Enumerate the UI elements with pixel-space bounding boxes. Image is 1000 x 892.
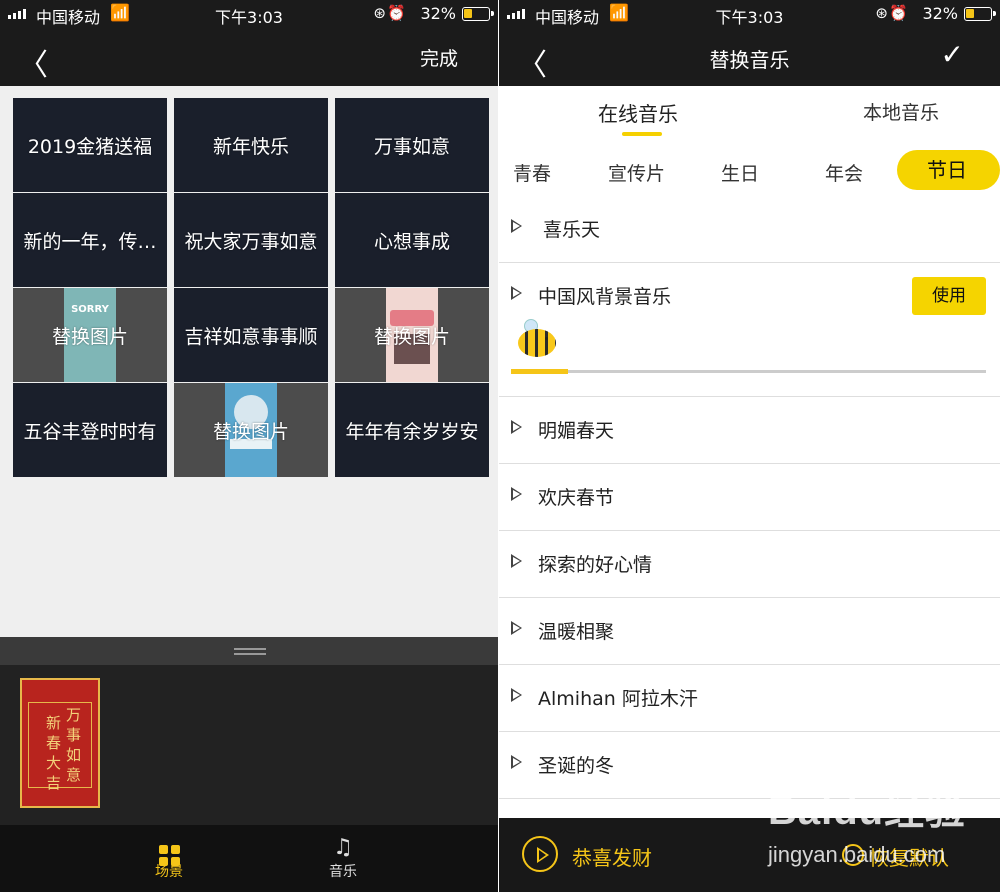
scene-cell[interactable]: 祝大家万事如意 xyxy=(174,193,328,287)
drag-handle[interactable] xyxy=(0,637,498,665)
battery-percent: 32% xyxy=(420,4,456,23)
progress-fill xyxy=(511,369,568,374)
play-icon[interactable] xyxy=(511,755,522,769)
play-icon[interactable] xyxy=(511,688,522,702)
category-tab[interactable]: 生日 xyxy=(721,159,759,186)
play-icon[interactable] xyxy=(511,621,522,635)
bottom-tab-bar: 场景 ♫ 音乐 xyxy=(0,825,498,892)
top-nav: 〈 替换音乐 ✓ xyxy=(499,30,1000,86)
status-bar: 中国移动 📶 下午3:03 ⊛ ⏰ 32% xyxy=(0,0,498,30)
song-row[interactable]: 喜乐天 xyxy=(499,196,1000,263)
replace-music-screen: 中国移动 📶 下午3:03 ⊛ ⏰ 32% 〈 替换音乐 ✓ 在线音乐 本地音乐… xyxy=(499,0,1000,892)
rotation-lock-icon: ⊛ xyxy=(875,4,888,22)
app-root: 中国移动 📶 下午3:03 ⊛ ⏰ 32% 〈 完成 2019金猪送福 新年快乐… xyxy=(0,0,1000,892)
music-source-tabs: 在线音乐 本地音乐 xyxy=(499,86,1000,146)
page-title: 替换音乐 xyxy=(709,48,790,72)
battery-percent: 32% xyxy=(922,4,958,23)
song-row[interactable]: Almihan 阿拉木汗 xyxy=(499,665,1000,732)
scene-cell[interactable]: 万事如意 xyxy=(335,98,489,192)
play-icon[interactable] xyxy=(511,554,522,568)
scene-cell[interactable]: 2019金猪送福 xyxy=(13,98,167,192)
scene-cell[interactable]: 五谷丰登时时有 xyxy=(13,383,167,477)
replace-image-cell[interactable]: SORRY 替换图片 xyxy=(13,288,167,382)
battery-icon xyxy=(964,7,996,21)
bee-progress-thumb-icon[interactable] xyxy=(514,319,558,359)
scene-grid: 2019金猪送福 新年快乐 万事如意 新的一年，传… 祝大家万事如意 心想事成 … xyxy=(13,98,489,477)
song-row[interactable]: 探索的好心情 xyxy=(499,531,1000,598)
play-icon[interactable] xyxy=(511,286,522,300)
song-row[interactable]: 欢庆春节 xyxy=(499,464,1000,531)
tab-local-music[interactable]: 本地音乐 xyxy=(863,98,939,125)
status-bar: 中国移动 📶 下午3:03 ⊛ ⏰ 32% xyxy=(499,0,1000,30)
baidu-watermark: Baidu经验 jingyan.baidu.com xyxy=(768,789,967,867)
song-list: 喜乐天 中国风背景音乐 使用 明媚春天 欢庆春节 探索的好心情 温暖相聚 Alm… xyxy=(499,196,1000,799)
grid-icon xyxy=(139,835,199,866)
back-icon[interactable]: 〈 xyxy=(18,40,48,84)
song-row[interactable]: 温暖相聚 xyxy=(499,598,1000,665)
scene-preview-thumbnail[interactable]: 新 春 大 吉 万 事 如 意 xyxy=(20,678,100,808)
play-circle-icon[interactable] xyxy=(522,836,558,872)
play-icon[interactable] xyxy=(511,219,522,233)
category-tab-active[interactable]: 节日 xyxy=(897,150,1000,190)
category-tab[interactable]: 宣传片 xyxy=(608,159,665,186)
scene-preview-tray: 新 春 大 吉 万 事 如 意 xyxy=(0,665,498,825)
scene-cell[interactable]: 新年快乐 xyxy=(174,98,328,192)
scene-cell[interactable]: 年年有余岁岁安 xyxy=(335,383,489,477)
scene-cell[interactable]: 心想事成 xyxy=(335,193,489,287)
confirm-check-icon[interactable]: ✓ xyxy=(941,38,964,71)
use-button[interactable]: 使用 xyxy=(912,277,986,315)
rotation-lock-icon: ⊛ xyxy=(373,4,386,22)
play-icon[interactable] xyxy=(511,487,522,501)
alarm-icon: ⏰ xyxy=(889,4,908,22)
tab-online-music[interactable]: 在线音乐 xyxy=(598,98,678,136)
top-nav: 〈 完成 xyxy=(0,30,498,86)
tab-scene[interactable]: 场景 xyxy=(139,835,199,881)
current-song-title: 恭喜发财 xyxy=(572,846,652,870)
scene-cell[interactable]: 新的一年，传… xyxy=(13,193,167,287)
scene-cell[interactable]: 吉祥如意事事顺 xyxy=(174,288,328,382)
replace-image-cell[interactable]: 替换图片 xyxy=(174,383,328,477)
battery-icon xyxy=(462,7,494,21)
tab-music[interactable]: ♫ 音乐 xyxy=(313,835,373,881)
song-row-selected[interactable]: 中国风背景音乐 使用 xyxy=(499,263,1000,397)
playback-progress-bar[interactable] xyxy=(511,369,986,374)
done-button[interactable]: 完成 xyxy=(420,44,458,71)
song-row[interactable]: 明媚春天 xyxy=(499,397,1000,464)
play-icon[interactable] xyxy=(511,420,522,434)
scene-editor-screen: 中国移动 📶 下午3:03 ⊛ ⏰ 32% 〈 完成 2019金猪送福 新年快乐… xyxy=(0,0,498,892)
category-tab[interactable]: 青春 xyxy=(513,159,551,186)
replace-image-cell[interactable]: 替换图片 xyxy=(335,288,489,382)
alarm-icon: ⏰ xyxy=(387,4,406,22)
category-tabs: 青春 宣传片 生日 年会 节日 xyxy=(499,146,1000,196)
category-tab[interactable]: 年会 xyxy=(825,159,863,186)
music-note-icon: ♫ xyxy=(333,835,353,860)
